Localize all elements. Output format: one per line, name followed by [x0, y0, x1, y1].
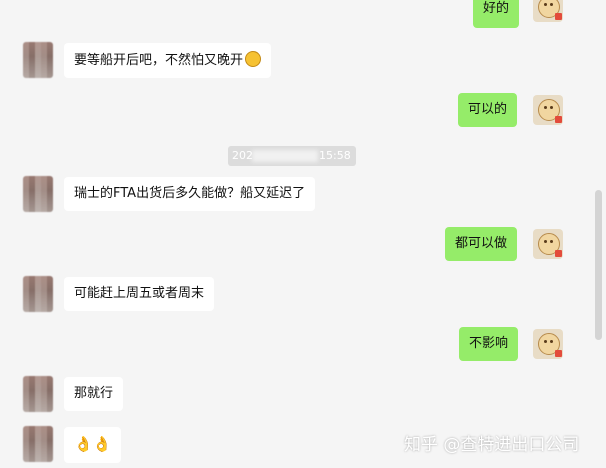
message-text: 都可以做 — [455, 236, 508, 251]
user-avatar[interactable] — [533, 0, 563, 22]
redacted-date-mask — [252, 150, 318, 162]
message-text: 瑞士的FTA出货后多久能做？船又延迟了 — [74, 186, 306, 201]
timestamp-time: 15:58 — [319, 149, 351, 162]
message-text: 要等船开后吧，不然怕又晚开 — [74, 53, 244, 68]
message-text: 不影响 — [469, 336, 509, 351]
watermark-text: 知乎 @查特进出口公司 — [404, 435, 580, 455]
laughing-emoji-icon — [245, 51, 262, 67]
contact-avatar[interactable] — [23, 426, 53, 462]
message-bubble-outgoing[interactable]: 都可以做 — [445, 227, 518, 261]
message-bubble-outgoing[interactable]: 好的 — [473, 0, 520, 28]
message-bubble-incoming[interactable]: 可能赶上周五或者周末 — [64, 277, 215, 311]
message-bubble-incoming[interactable]: 瑞士的FTA出货后多久能做？船又延迟了 — [64, 177, 316, 211]
ok-hand-emoji: 👌👌 — [74, 435, 112, 453]
message-bubble-outgoing[interactable]: 可以的 — [458, 93, 518, 127]
timestamp-divider: 202 15:58 — [228, 146, 356, 166]
message-bubble-incoming[interactable]: 那就行 — [64, 377, 124, 411]
contact-avatar[interactable] — [23, 42, 53, 78]
message-text: 好的 — [483, 1, 510, 16]
user-avatar[interactable] — [533, 95, 563, 125]
user-avatar[interactable] — [533, 229, 563, 259]
message-bubble-outgoing[interactable]: 不影响 — [459, 327, 519, 361]
message-bubble-incoming[interactable]: 要等船开后吧，不然怕又晚开 — [64, 43, 272, 78]
contact-avatar[interactable] — [23, 276, 53, 312]
chat-window: 好的 要等船开后吧，不然怕又晚开 可以的 202 15:58 瑞士的FTA出货后… — [0, 0, 606, 468]
message-text: 那就行 — [74, 386, 114, 401]
user-avatar[interactable] — [533, 329, 563, 359]
contact-avatar[interactable] — [23, 176, 53, 212]
message-bubble-incoming[interactable]: 👌👌 — [64, 427, 122, 463]
contact-avatar[interactable] — [23, 376, 53, 412]
chat-scrollbar[interactable] — [595, 190, 602, 340]
timestamp-prefix: 202 — [232, 149, 253, 162]
message-text: 可能赶上周五或者周末 — [74, 286, 205, 301]
message-text: 可以的 — [468, 102, 508, 117]
